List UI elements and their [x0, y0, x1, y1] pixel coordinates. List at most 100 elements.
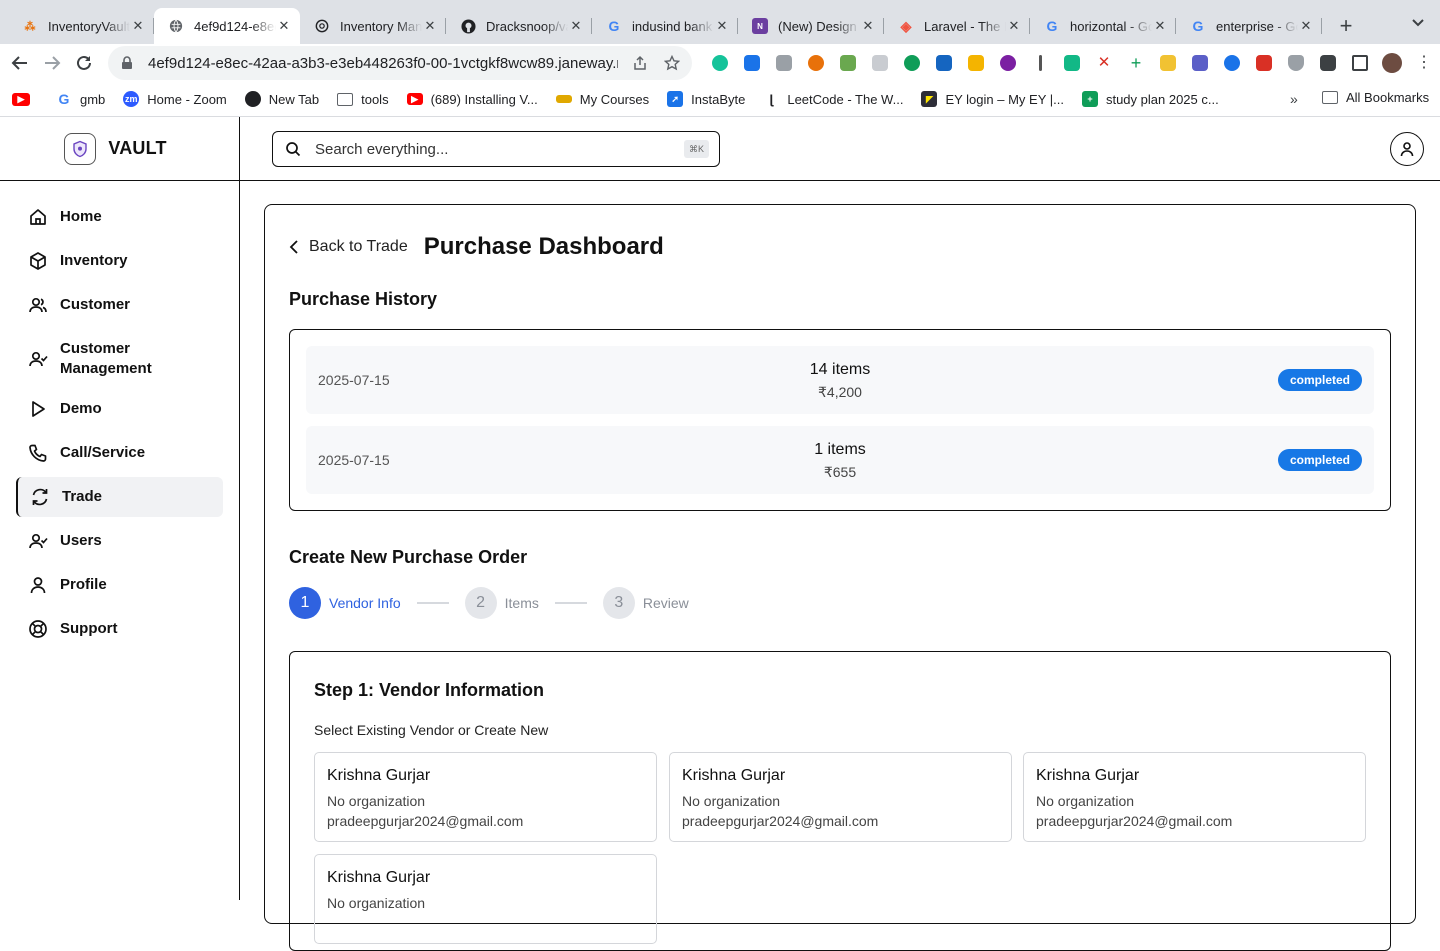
reader-icon[interactable]: [864, 53, 896, 73]
close-icon[interactable]: ✕: [422, 18, 438, 34]
close-icon[interactable]: ✕: [276, 18, 292, 34]
browser-tab[interactable]: ◈ Laravel - The PHP ✕: [884, 8, 1030, 44]
all-bookmarks[interactable]: All Bookmarks: [1322, 90, 1429, 105]
browser-tab[interactable]: N (New) Design ✕: [738, 8, 884, 44]
bookmark-item[interactable]: ɭ LeetCode - The W...: [763, 91, 904, 107]
bookmark-youtube[interactable]: ▶: [12, 92, 38, 106]
vendor-card[interactable]: Krishna Gurjar No organization: [314, 854, 657, 944]
vendor-card[interactable]: Krishna Gurjar No organization pradeepgu…: [314, 752, 657, 842]
share-icon[interactable]: [632, 55, 648, 71]
sidebar-item-customer-management[interactable]: Customer Management: [16, 329, 223, 389]
bookmark-item[interactable]: + study plan 2025 c...: [1081, 91, 1219, 107]
sidebar-item-customer[interactable]: Customer: [16, 285, 223, 325]
bookmark-label: New Tab: [268, 91, 320, 107]
bookmark-label: LeetCode - The W...: [787, 91, 904, 107]
sidepanel-icon[interactable]: [1344, 53, 1376, 73]
sidebar-item-trade[interactable]: Trade: [16, 477, 223, 517]
back-to-trade-link[interactable]: Back to Trade: [289, 238, 408, 256]
chevron-double-right-icon[interactable]: »: [1290, 91, 1298, 107]
extension-icon[interactable]: [832, 53, 864, 73]
menu-dots-icon[interactable]: ⋮: [1408, 53, 1440, 73]
vendor-card[interactable]: Krishna Gurjar No organization pradeepgu…: [1023, 752, 1366, 842]
vendor-card[interactable]: Krishna Gurjar No organization pradeepgu…: [669, 752, 1012, 842]
wifi-icon[interactable]: [1216, 53, 1248, 73]
bookmark-item[interactable]: zm Home - Zoom: [123, 91, 227, 107]
close-icon[interactable]: ✕: [1298, 18, 1314, 34]
bookmark-item[interactable]: My Courses: [555, 92, 649, 107]
reload-icon[interactable]: [68, 47, 100, 79]
close-icon[interactable]: ✕: [714, 18, 730, 34]
browser-tab[interactable]: Inventory Management ✕: [300, 8, 446, 44]
sidebar-item-users[interactable]: Users: [16, 521, 223, 561]
extension-icon[interactable]: [1184, 53, 1216, 73]
bookmark-item[interactable]: tools: [337, 92, 389, 107]
sidebar-item-profile[interactable]: Profile: [16, 565, 223, 605]
checkbox-icon[interactable]: [928, 53, 960, 73]
lock-icon[interactable]: [120, 56, 134, 70]
status-badge: completed: [1277, 369, 1362, 391]
purchase-history-row[interactable]: 2025-07-15 1 items ₹655 completed: [306, 426, 1374, 494]
sidebar-item-home[interactable]: Home: [16, 197, 223, 237]
user-icon: [1400, 142, 1414, 157]
extension-icon[interactable]: [1152, 53, 1184, 73]
step-review[interactable]: 3 Review: [602, 587, 689, 619]
forward-arrow-icon[interactable]: [36, 47, 68, 79]
tab-title: 4ef9d124-e8ec: [194, 18, 276, 34]
camera-icon[interactable]: [768, 53, 800, 73]
browser-tab[interactable]: G horizontal - Google ✕: [1030, 8, 1176, 44]
sidebar-item-demo[interactable]: Demo: [16, 389, 223, 429]
extension-icon[interactable]: [960, 53, 992, 73]
new-tab-button[interactable]: +: [1328, 8, 1364, 44]
bookmark-item[interactable]: New Tab: [244, 91, 320, 107]
step-vendor-info[interactable]: 1 Vendor Info: [289, 587, 401, 619]
google-icon: G: [58, 91, 70, 107]
close-icon[interactable]: ✕: [1006, 18, 1022, 34]
avatar[interactable]: [1376, 53, 1408, 73]
step-items[interactable]: 2 Items: [464, 587, 539, 619]
browser-tab[interactable]: G indusind bank ✕: [592, 8, 738, 44]
extension-icon[interactable]: [736, 53, 768, 73]
search-input[interactable]: Search everything... ⌘K: [272, 131, 720, 167]
browser-tab-strip: ⁂ InventoryVault ✕ 4ef9d124-e8ec ✕ Inven…: [0, 0, 1440, 44]
close-icon[interactable]: ✕: [1152, 18, 1168, 34]
address-bar[interactable]: 4ef9d124-e8ec-42aa-a3b3-e3eb448263f0-00-…: [108, 46, 692, 80]
close-icon[interactable]: ✕: [130, 18, 146, 34]
browser-tab[interactable]: Dracksnoop/vault ✕: [446, 8, 592, 44]
plus-icon[interactable]: +: [1120, 53, 1152, 73]
star-icon[interactable]: [664, 55, 680, 71]
browser-tab[interactable]: G enterprise - Google ✕: [1176, 8, 1322, 44]
extension-icon[interactable]: [800, 53, 832, 73]
grammarly-icon[interactable]: [704, 53, 736, 73]
brand[interactable]: VAULT: [0, 117, 239, 181]
purchase-history-row[interactable]: 2025-07-15 14 items ₹4,200 completed: [306, 346, 1374, 414]
close-icon[interactable]: ✕: [860, 18, 876, 34]
user-icon: [30, 577, 46, 594]
extension-icon[interactable]: [1248, 53, 1280, 73]
user-menu-button[interactable]: [1390, 132, 1424, 166]
close-icon[interactable]: ✕: [568, 18, 584, 34]
bookmarks-bar: ▶ Ggmb zm Home - Zoom New Tab tools ▶ (689…: [0, 82, 1440, 117]
sidebar-item-call-service[interactable]: Call/Service: [16, 433, 223, 473]
extension-icon[interactable]: [1056, 53, 1088, 73]
youtube-icon: ▶: [12, 92, 30, 106]
sidebar-item-inventory[interactable]: Inventory: [16, 241, 223, 281]
puzzle-icon[interactable]: [1312, 53, 1344, 73]
pen-icon[interactable]: [1024, 53, 1056, 73]
shield-icon[interactable]: [1280, 53, 1312, 73]
bookmark-item[interactable]: ▶ (689) Installing V...: [406, 91, 538, 107]
step-label: Items: [504, 595, 539, 611]
bookmark-item[interactable]: ◤ EY login – My EY |...: [921, 91, 1064, 107]
sidebar-item-label: Profile: [60, 576, 107, 593]
close-icon[interactable]: ✕: [1088, 53, 1120, 73]
browser-tab[interactable]: ⁂ InventoryVault ✕: [8, 8, 154, 44]
sidebar-item-support[interactable]: Support: [16, 609, 223, 649]
extension-icon[interactable]: [896, 53, 928, 73]
bookmark-item[interactable]: ➚ InstaByte: [667, 91, 745, 107]
bookmark-label: (689) Installing V...: [430, 91, 538, 107]
chevron-down-icon[interactable]: [1410, 14, 1426, 30]
github-icon: [460, 18, 476, 34]
extension-icon[interactable]: [992, 53, 1024, 73]
browser-tab-active[interactable]: 4ef9d124-e8ec ✕: [154, 8, 300, 44]
bookmark-item[interactable]: Ggmb: [56, 91, 106, 107]
back-arrow-icon[interactable]: [4, 47, 36, 79]
